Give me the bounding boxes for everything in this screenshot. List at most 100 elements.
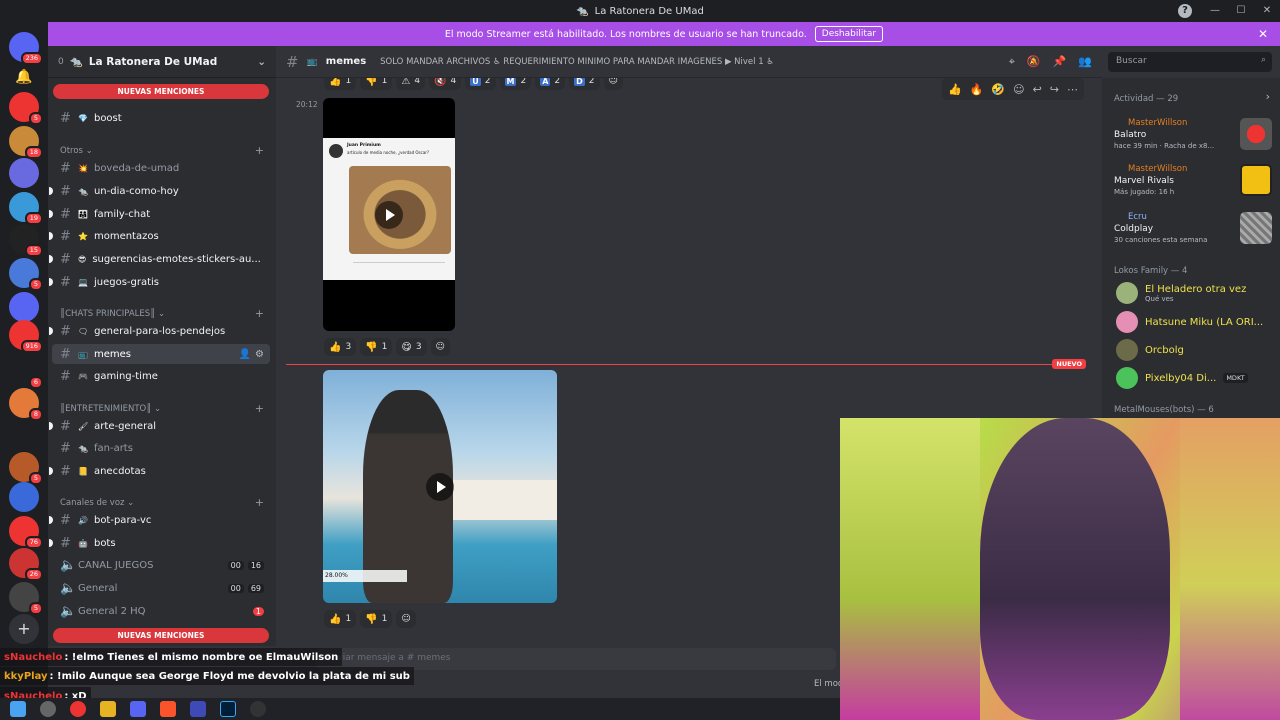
channel-topic[interactable]: SOLO MANDAR ARCHIVOS ♿ REQUERIMIENTO MIN… [380,57,774,67]
add-channel-icon[interactable]: + [255,144,264,157]
reaction-pill[interactable]: 😋 3 [396,338,427,356]
obs-icon[interactable] [250,701,266,717]
add-server-icon[interactable]: + [9,614,39,644]
reaction-pill[interactable]: M2 [499,78,532,90]
server-header[interactable]: 0 🐀 La Ratonera De UMad ⌄ [48,46,276,78]
play-icon[interactable] [426,472,454,501]
add-reaction-icon[interactable]: ☺ [430,338,450,356]
threads-icon[interactable]: ⌖ [1009,55,1015,69]
discord-icon[interactable] [130,701,146,717]
activity-card[interactable]: Ecru Coldplay 30 canciones esta semana [1114,212,1272,244]
taskbar-app-icon[interactable] [40,701,56,717]
search-input[interactable]: Buscar ⌕ [1108,52,1272,72]
play-icon[interactable] [375,200,403,229]
server-icon[interactable]: 5 [9,258,43,291]
add-reaction-icon[interactable]: ☺ [396,610,416,628]
member-item[interactable]: Pixelby04 Di... MDKT [1116,367,1276,389]
reply-icon[interactable]: ↩ [1033,83,1042,96]
reaction-pill[interactable]: 👎 1 [360,610,393,628]
reaction-pill[interactable]: U2 [465,78,496,90]
voice-channel-general[interactable]: 🔈 General 00 69 [52,578,270,598]
server-icon[interactable]: 🔔 [9,62,39,92]
server-icon[interactable] [9,422,39,452]
channel-anecdotas[interactable]: # 📒 anecdotas [49,461,270,481]
help-icon[interactable]: ? [1178,4,1192,18]
reaction-pill[interactable]: 👍 3 [324,338,357,356]
member-item[interactable]: Hatsune Miku (LA ORI... [1116,311,1276,333]
close-window-button[interactable]: ✕ [1254,0,1280,22]
reaction-pill[interactable]: 👎 1 [360,78,393,90]
reaction-pill[interactable]: D2 [569,78,600,90]
reaction-thumbs-icon[interactable]: 👍 [948,83,962,96]
gear-icon[interactable]: ⚙ [255,349,264,360]
add-channel-icon[interactable]: + [255,307,264,320]
maximize-button[interactable]: ☐ [1228,0,1254,22]
reaction-pill[interactable]: A2 [535,78,566,90]
channel-arte[interactable]: # 🖌 arte-general [49,416,270,436]
member-item[interactable]: El Heladero otra vez Qué ves [1116,282,1276,304]
server-icon[interactable]: 19 [9,192,43,225]
server-icon[interactable]: 5 [9,452,43,485]
channel-family[interactable]: # 👨‍👩‍👧 family-chat [49,204,270,224]
channel-general[interactable]: # 🗨 general-para-los-pendejos [49,321,270,341]
server-icon[interactable]: 26 [9,548,43,581]
channel-bot-para-vc[interactable]: # 🔊 bot-para-vc [49,510,270,530]
close-icon[interactable]: ✕ [1258,27,1268,41]
new-mentions-top[interactable]: NUEVAS MENCIONES [53,84,269,99]
chevron-right-icon[interactable]: › [1266,90,1270,103]
new-mentions-bottom[interactable]: NUEVAS MENCIONES [53,628,269,643]
category-otros[interactable]: Otros ⌄ + [60,144,270,157]
forward-icon[interactable]: ↪ [1050,83,1059,96]
reaction-pill[interactable]: 🔇 4 [429,78,462,90]
voice-channel-juegos[interactable]: 🔈 CANAL JUEGOS 00 16 [52,555,270,575]
server-icon[interactable]: 18 [9,126,43,159]
server-icon[interactable]: 5 [9,92,43,125]
category-entretenimiento[interactable]: ║ ENTRETENIMIENTO ║ ⌄ + [60,402,270,415]
member-item[interactable]: Orcbolg [1116,339,1276,361]
vegas-icon[interactable] [190,701,206,717]
photoshop-icon[interactable] [220,701,236,717]
server-icon[interactable]: 916 [9,320,43,353]
server-icon[interactable] [9,482,39,512]
server-icon[interactable] [9,292,39,322]
server-icon[interactable]: 6 [9,356,43,389]
add-channel-icon[interactable]: + [255,496,264,509]
channel-boveda[interactable]: # 💥 boveda-de-umad [52,158,270,178]
minimize-button[interactable]: — [1202,0,1228,22]
server-icon[interactable]: 5 [9,582,43,615]
invite-icon[interactable]: 👤 [239,349,251,360]
server-icon[interactable] [9,158,39,188]
channel-gaming[interactable]: # 🎮 gaming-time [52,366,270,386]
add-channel-icon[interactable]: + [255,402,264,415]
reaction-pill[interactable]: ⚠ 4 [396,78,426,90]
reaction-fire-icon[interactable]: 🔥 [970,83,984,96]
channel-memes[interactable]: # 📺 memes 👤 ⚙ [52,344,270,364]
activity-card[interactable]: MasterWillson Balatro hace 39 min · Rach… [1114,118,1272,150]
reaction-pill[interactable]: 👍 1 [324,610,357,628]
server-icon[interactable]: 15 [9,224,43,257]
member-list-icon[interactable]: 👥 [1078,55,1092,69]
channel-sugerencias[interactable]: # 😎 sugerencias-emotes-stickers-au... [49,249,270,269]
windows-start-icon[interactable] [10,701,26,717]
channel-momentazos[interactable]: # ⭐ momentazos [49,226,270,246]
reaction-pill[interactable]: 👍 1 [324,78,357,90]
taskbar-app-icon[interactable] [70,701,86,717]
channel-boost[interactable]: # 💎 boost [52,108,270,128]
notification-bell-icon[interactable]: 🔕 [1027,55,1041,69]
channel-fan-arts[interactable]: # 🐀 fan-arts [52,438,270,458]
reaction-laugh-icon[interactable]: 🤣 [991,83,1005,96]
folder-icon[interactable] [100,701,116,717]
bell-icon[interactable]: 🔔 [9,62,39,92]
more-icon[interactable]: ⋯ [1067,83,1078,96]
video-attachment[interactable]: Juan Primium artículo de media noche, ¿v… [323,98,455,331]
disable-streamer-button[interactable]: Deshabilitar [814,26,884,42]
voice-channel-general-2[interactable]: 🔈 General 2 HQ 1 [52,601,270,621]
server-icon[interactable]: 8 [9,388,43,421]
category-chats[interactable]: ║ CHATS PRINCIPALES ║ ⌄ + [60,307,270,320]
brave-icon[interactable] [160,701,176,717]
add-reaction-icon[interactable]: ☺ [1013,83,1024,96]
add-reaction-icon[interactable]: ☺ [603,78,623,90]
channel-bots[interactable]: # 🤖 bots [49,533,270,553]
activity-card[interactable]: MasterWillson Marvel Rivals Más jugado: … [1114,164,1272,196]
pin-icon[interactable]: 📌 [1053,55,1067,69]
